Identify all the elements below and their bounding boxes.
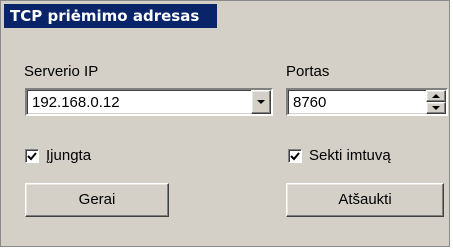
server-ip-dropdown-button[interactable] <box>251 90 271 114</box>
checkmark-icon <box>27 152 37 161</box>
ok-button[interactable]: Gerai <box>25 183 169 217</box>
enabled-checkbox[interactable] <box>25 149 39 163</box>
port-spin-up-button[interactable] <box>426 90 446 102</box>
chevron-down-icon <box>257 100 265 104</box>
follow-receiver-checkbox-label[interactable]: Sekti imtuvą <box>309 147 391 164</box>
enabled-label-rest: jungta <box>50 147 92 164</box>
cancel-button-label: Atšaukti <box>338 191 392 208</box>
port-spinbox[interactable]: 8760 <box>286 88 448 116</box>
dialog-title: TCP priėmimo adresas <box>4 4 217 28</box>
spinner-up-icon <box>432 94 440 98</box>
server-ip-label: Serverio IP <box>24 63 99 80</box>
dialog-window: TCP priėmimo adresas Serverio IP 192.168… <box>0 0 450 247</box>
checkmark-icon <box>290 152 300 161</box>
port-spin-down-button[interactable] <box>426 102 446 114</box>
server-ip-combobox[interactable]: 192.168.0.12 <box>25 88 273 116</box>
follow-receiver-checkbox[interactable] <box>288 149 302 163</box>
cancel-button[interactable]: Atšaukti <box>286 183 444 217</box>
server-ip-value[interactable]: 192.168.0.12 <box>32 94 120 111</box>
spinner-down-icon <box>432 106 440 110</box>
port-label: Portas <box>286 63 330 80</box>
port-value[interactable]: 8760 <box>293 94 326 111</box>
ok-button-label: Gerai <box>78 191 116 208</box>
enabled-checkbox-label[interactable]: Įjungta <box>46 147 91 164</box>
